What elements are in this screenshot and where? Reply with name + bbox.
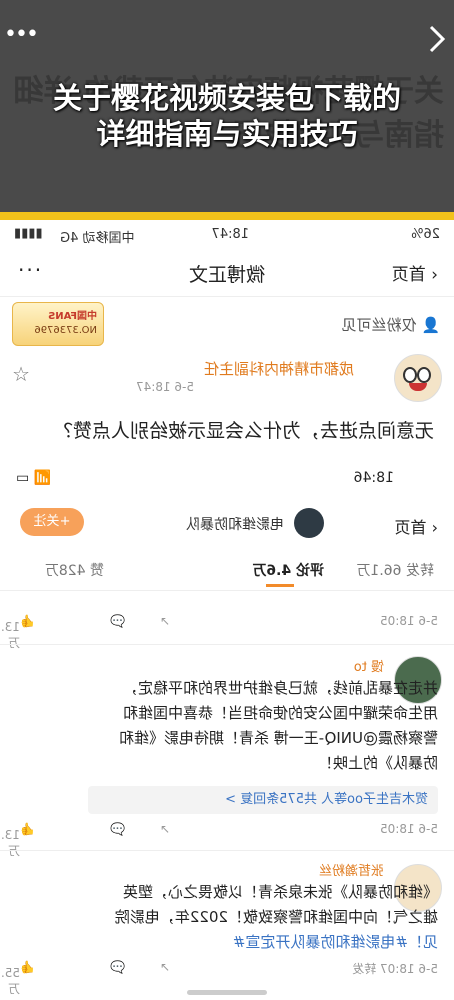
- like-count-value: 13.5万: [0, 620, 20, 650]
- commenter-name[interactable]: 张哲瀚粉丝: [319, 860, 384, 879]
- comment-text: 并走在暴乱前线，就已身维护世界的和平稳定， 用生命荣耀中国公安的使命担当！恭喜中…: [68, 676, 438, 776]
- tab-bar: 转发 66.1万 评论 4.6万 赞 428万: [0, 550, 454, 591]
- headline-line-1: 关于樱花视频安装包下载的: [52, 81, 401, 115]
- post-text: 无意间点进去，为什么会显示被给别人点赞？: [53, 420, 434, 442]
- inner-back-label: 首页: [394, 518, 427, 537]
- badge-number: NO.3736796: [34, 325, 97, 336]
- carrier: 中国移动 4G: [60, 231, 135, 246]
- comment-icon[interactable]: 💬: [110, 822, 125, 836]
- comment-icon[interactable]: 💬: [110, 960, 125, 974]
- share-icon[interactable]: ↗: [160, 960, 170, 974]
- like-count-value: 55.6万: [0, 966, 20, 996]
- comment-line: 防暴队》的上映！: [317, 754, 438, 772]
- inner-wifi-battery-icon: 📶 ▭: [16, 470, 52, 486]
- comment-time: 5-6 18:05: [380, 822, 438, 836]
- like-count-value: 13.2万: [0, 828, 20, 858]
- commenter-name[interactable]: 馒 to: [354, 656, 384, 675]
- inner-status-bar: 18:46 📶 ▭: [0, 462, 454, 494]
- post-time: 5-6 18:47: [136, 380, 194, 394]
- comment-line: 《维和防暴队》张未泉杀青！以敬畏之心，塑英: [122, 883, 438, 901]
- avatar[interactable]: [394, 354, 442, 402]
- page-title: 微博正文: [189, 264, 266, 286]
- tab-comments[interactable]: 评论 4.6万: [252, 560, 324, 580]
- reply-summary[interactable]: 贺木吉生子oo等人 共575条回复 >: [88, 786, 438, 814]
- fan-badge[interactable]: 中国FANS NO.3736796: [12, 302, 104, 346]
- more-menu-icon[interactable]: ···: [16, 258, 41, 282]
- comment-time: 5-6 18:05: [380, 614, 438, 628]
- share-icon[interactable]: ↗: [160, 614, 170, 628]
- comment-line: 雄之气！向中国维和警察致敬！2022年，电影院: [114, 908, 438, 926]
- inner-nav-bar: ‹ 首页 电影维和防暴队 +关注: [0, 500, 454, 548]
- comment-line: 警察杨震@UNIQ-王一博 杀青！期待电影《维和: [118, 729, 438, 747]
- tab-likes[interactable]: 赞 428万: [45, 560, 104, 580]
- headline-line-2: 详细指南与实用技巧: [96, 117, 358, 151]
- battery-text: 26%: [411, 227, 440, 242]
- nav-bar: ‹ 首页 微博正文 ···: [0, 252, 454, 297]
- comment-line: 并走在暴乱前线，就已身维护世界的和平稳定，: [122, 679, 438, 697]
- visibility-label: 👤 仅粉丝可见: [341, 316, 440, 334]
- post-body: 无意间点进去，为什么会显示被给别人点赞？: [0, 412, 454, 452]
- comment-meta: 5-6 18:07 转发 👍 55.6万 💬 ↗: [0, 954, 454, 996]
- comment-hashtag[interactable]: 见！#电影维和防暴队开定宣#: [68, 930, 438, 955]
- badge-title: 中国FANS: [48, 311, 97, 322]
- account-name[interactable]: 电影维和防暴队: [186, 514, 284, 534]
- signal-icon: ▮▮▮▮: [14, 226, 43, 241]
- comment-line: 用生命荣耀中国公安的使命担当！恭喜中国维和: [122, 704, 438, 722]
- home-indicator[interactable]: [187, 990, 267, 995]
- yellow-divider: [0, 212, 454, 220]
- more-dots-icon[interactable]: •••: [4, 22, 39, 47]
- like-count[interactable]: 👍 13.2万: [0, 822, 35, 858]
- share-icon[interactable]: ↗: [160, 822, 170, 836]
- top-banner: ••• 关于樱花视频安装包下载的 详细指南与实用技巧 关于樱花视频安装包下载的 …: [0, 0, 454, 212]
- headline: 关于樱花视频安装包下载的 详细指南与实用技巧: [20, 80, 434, 152]
- inner-clock: 18:46: [353, 470, 394, 486]
- embedded-screenshot: 26% 18:47 中国移动 4G ▮▮▮▮ ‹ 首页 微博正文 ··· 👤 仅…: [0, 220, 454, 1000]
- author-name[interactable]: 成都市精神内科副主任: [204, 358, 354, 379]
- inner-back-button[interactable]: ‹ 首页: [395, 514, 439, 538]
- divider: [0, 644, 454, 645]
- active-tab-underline: [266, 584, 294, 587]
- post-header: 成都市精神内科副主任 5-6 18:47 ☆: [0, 350, 454, 410]
- comment-icon[interactable]: 💬: [110, 614, 125, 628]
- like-count[interactable]: 👍 13.5万: [0, 614, 35, 650]
- account-avatar[interactable]: [294, 508, 324, 538]
- avatar-eye-right: [403, 367, 417, 383]
- follow-button[interactable]: +关注: [20, 508, 84, 536]
- visibility-text: 仅粉丝可见: [341, 316, 417, 334]
- like-count[interactable]: 👍 55.6万: [0, 960, 35, 996]
- comment-text: 《维和防暴队》张未泉杀青！以敬畏之心，塑英 雄之气！向中国维和警察致敬！2022…: [68, 880, 438, 955]
- comment-meta: 5-6 18:05 👍 13.2万 💬 ↗: [0, 816, 454, 858]
- avatar-eye-left: [417, 367, 431, 383]
- chevron-right-icon[interactable]: [428, 24, 446, 54]
- comment-meta: 5-6 18:05 👍 13.5万 💬 ↗: [0, 608, 454, 650]
- clock: 18:47: [211, 227, 249, 242]
- comment-time: 5-6 18:07 转发: [352, 962, 438, 976]
- status-bar: 26% 18:47 中国移动 4G ▮▮▮▮: [0, 220, 454, 250]
- avatar-mouth: [409, 383, 427, 391]
- star-icon[interactable]: ☆: [12, 362, 30, 386]
- divider: [0, 850, 454, 851]
- tab-reposts[interactable]: 转发 66.1万: [356, 560, 434, 580]
- fans-row: 👤 仅粉丝可见 中国FANS NO.3736796: [0, 300, 454, 350]
